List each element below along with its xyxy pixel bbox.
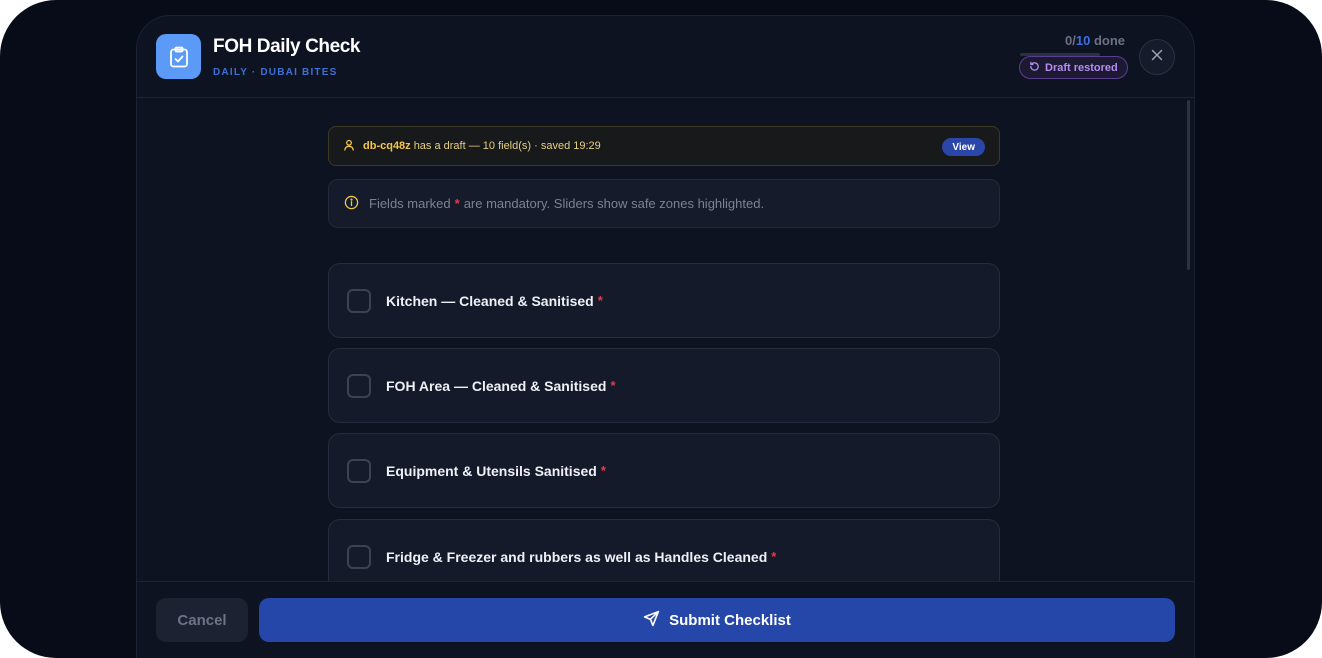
progress-done: 0 bbox=[1064, 33, 1073, 48]
restore-icon bbox=[1029, 61, 1040, 75]
checklist-item[interactable]: Kitchen — Cleaned & Sanitised * bbox=[328, 263, 1000, 338]
scrollbar[interactable] bbox=[1187, 100, 1190, 270]
draft-banner-text: has a draft — 10 field(s) · saved 19:29 bbox=[413, 140, 601, 152]
checklist-item-label: Equipment & Utensils Sanitised bbox=[386, 462, 597, 479]
checkbox[interactable] bbox=[347, 544, 371, 569]
checkbox[interactable] bbox=[347, 373, 371, 398]
checklist-item[interactable]: FOH Area — Cleaned & Sanitised * bbox=[328, 348, 1000, 423]
checkbox[interactable] bbox=[347, 458, 371, 483]
progress-counter: 0/10 done bbox=[1064, 33, 1125, 48]
required-marker: * bbox=[610, 378, 616, 393]
user-icon bbox=[343, 139, 355, 154]
required-marker: * bbox=[454, 196, 460, 211]
info-banner: Fields marked * are mandatory. Sliders s… bbox=[328, 179, 1000, 228]
draft-banner: db-cq48z has a draft — 10 field(s) · sav… bbox=[328, 126, 1000, 166]
modal-footer: Cancel Submit Checklist bbox=[137, 581, 1194, 658]
info-icon bbox=[344, 195, 359, 213]
progress-suffix: done bbox=[1093, 33, 1125, 48]
checkbox[interactable] bbox=[347, 288, 371, 313]
view-draft-button[interactable]: View bbox=[942, 138, 985, 156]
submit-button-label: Submit Checklist bbox=[669, 611, 791, 629]
draft-restored-badge: Draft restored bbox=[1019, 56, 1128, 79]
draft-user: db-cq48z bbox=[363, 140, 411, 152]
clipboard-check-icon bbox=[156, 34, 201, 79]
checklist-item[interactable]: Fridge & Freezer and rubbers as well as … bbox=[328, 519, 1000, 581]
required-marker: * bbox=[597, 293, 603, 308]
draft-badge-label: Draft restored bbox=[1045, 61, 1118, 74]
submit-checklist-button[interactable]: Submit Checklist bbox=[259, 598, 1175, 642]
checklist-item-label: FOH Area — Cleaned & Sanitised bbox=[386, 377, 607, 394]
modal-body[interactable]: db-cq48z has a draft — 10 field(s) · sav… bbox=[137, 98, 1194, 581]
page-subtitle: DAILY · DUBAI BITES bbox=[213, 67, 338, 78]
cancel-button[interactable]: Cancel bbox=[156, 598, 248, 642]
checklist-item-label: Kitchen — Cleaned & Sanitised bbox=[386, 292, 594, 309]
page-title: FOH Daily Check bbox=[213, 36, 361, 57]
required-marker: * bbox=[600, 463, 606, 478]
send-icon bbox=[643, 610, 660, 631]
checklist-modal: FOH Daily Check DAILY · DUBAI BITES 0/10… bbox=[136, 15, 1195, 658]
required-marker: * bbox=[771, 549, 777, 564]
close-icon bbox=[1151, 48, 1163, 66]
progress-total: 10 bbox=[1075, 33, 1091, 48]
checklist-item-label: Fridge & Freezer and rubbers as well as … bbox=[386, 548, 768, 565]
modal-header: FOH Daily Check DAILY · DUBAI BITES 0/10… bbox=[137, 16, 1194, 98]
device-frame: FOH Daily Check DAILY · DUBAI BITES 0/10… bbox=[0, 0, 1322, 658]
info-text-before: Fields marked bbox=[369, 196, 451, 211]
info-text-after: are mandatory. Sliders show safe zones h… bbox=[463, 196, 765, 211]
checklist-item[interactable]: Equipment & Utensils Sanitised * bbox=[328, 433, 1000, 508]
close-button[interactable] bbox=[1139, 39, 1175, 75]
